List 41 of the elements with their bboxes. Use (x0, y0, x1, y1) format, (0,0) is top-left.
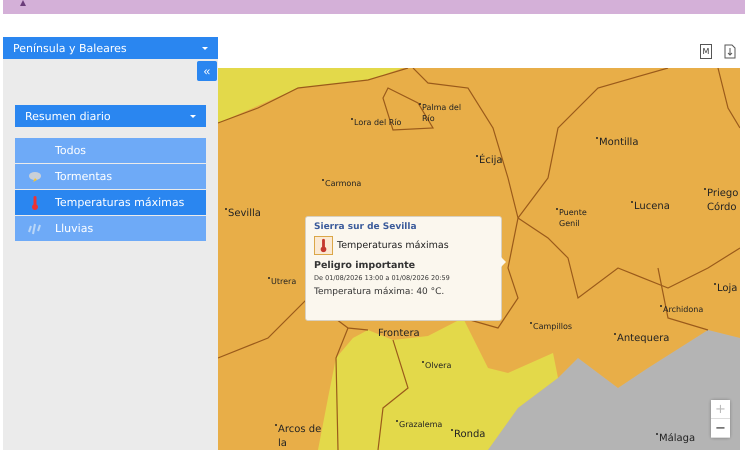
place-label: Archidona (660, 304, 704, 316)
download-icon[interactable] (724, 44, 736, 59)
place-label: Lucena (631, 200, 670, 214)
place-label: Málaga (656, 432, 696, 446)
phenomenon-item[interactable]: Tormentas (15, 164, 206, 189)
warning-map-drawing[interactable] (218, 68, 740, 450)
phenomenon-item[interactable]: Lluvias (15, 216, 206, 241)
place-label: Grazalema (396, 419, 442, 430)
caret-icon (190, 114, 196, 118)
place-label: Puente Genil (556, 207, 599, 230)
place-label: Ronda (451, 428, 486, 442)
place-label: Campillos (530, 321, 572, 332)
summary-dropdown[interactable]: Resumen diario (15, 105, 206, 127)
warning-detail: Temperatura máxima: 40 °C. (314, 287, 444, 297)
place-label: Utrera (268, 276, 296, 288)
thermometer-icon (31, 196, 39, 210)
collapse-button[interactable]: « (197, 61, 217, 81)
place-label: Priego Córdo (704, 187, 743, 215)
place-label: Carmona (322, 178, 362, 190)
place-label: Arcos de la (275, 423, 322, 450)
thermometer-icon (314, 236, 333, 255)
place-label: Lora del Río (351, 117, 402, 128)
map-document-button[interactable]: M (700, 44, 712, 59)
phenomenon-name: Temperaturas máximas (337, 240, 449, 251)
place-label: Palma del Río (419, 102, 472, 124)
place-label: Montilla (596, 136, 638, 150)
zone-title: Sierra sur de Sevilla (314, 222, 417, 232)
danger-level: Peligro importante (314, 260, 416, 271)
phenomenon-item[interactable]: Todos (15, 138, 206, 163)
zoom-button[interactable]: − (711, 419, 730, 438)
place-label: Loja (714, 282, 738, 296)
place-label: Frontera (377, 327, 420, 341)
rain-icon (28, 222, 42, 234)
phenomenon-item[interactable]: Temperaturas máximas (15, 190, 206, 215)
region-dropdown[interactable]: Península y Baleares (3, 37, 218, 59)
cloud-icon (28, 170, 42, 182)
place-label: Olvera (422, 360, 452, 372)
place-label: Écija (476, 154, 503, 168)
place-label: Antequera (614, 332, 670, 346)
place-label: Sevilla (225, 207, 261, 221)
caret-icon (202, 46, 208, 50)
